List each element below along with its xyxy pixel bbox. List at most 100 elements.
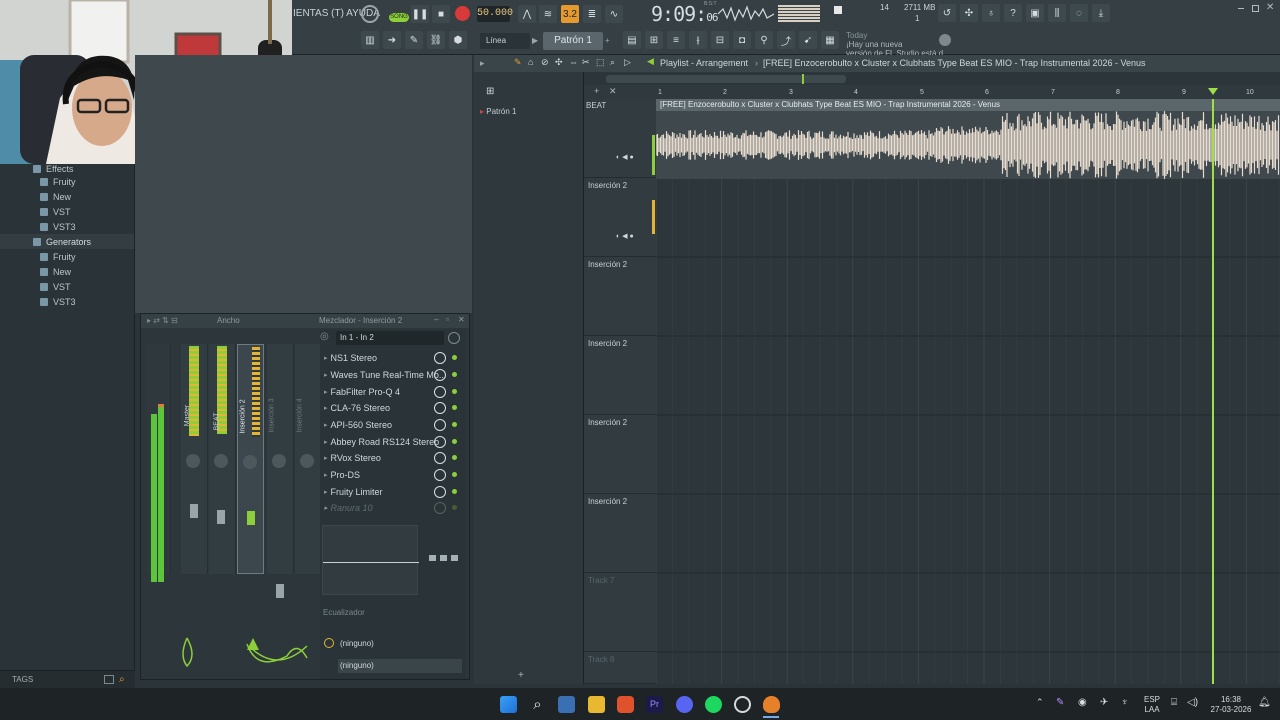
- mixer-strip-master[interactable]: Master: [181, 344, 208, 574]
- mixer-titlebar[interactable]: ▸ ⇄ ⇅ ⊟ Ancho Mezclador - Inserción 2 – …: [141, 314, 469, 328]
- save-icon[interactable]: ▣: [1026, 4, 1044, 22]
- track-header[interactable]: Inserción 2: [584, 336, 656, 415]
- browser-item-vst3[interactable]: VST3: [0, 294, 134, 309]
- volume-fader[interactable]: [217, 510, 225, 524]
- channel-rack-icon[interactable]: ⊞: [645, 31, 663, 49]
- delete-icon[interactable]: ⊘: [541, 57, 549, 68]
- effect-slot[interactable]: ▸ RVox Stereo: [324, 450, 460, 466]
- slot-enabled-led[interactable]: [452, 372, 457, 377]
- output-select[interactable]: (ninguno): [338, 659, 462, 673]
- mix-knob[interactable]: [434, 502, 446, 514]
- metronome-icon[interactable]: ⋀: [518, 5, 536, 23]
- countdown-button[interactable]: 3.2: [561, 5, 579, 23]
- slot-enabled-led[interactable]: [452, 422, 457, 427]
- steam-icon[interactable]: ✈: [1100, 697, 1108, 708]
- playlist-grid[interactable]: [FREE] Enzocerobulto x Cluster x Clubhat…: [656, 99, 1280, 684]
- browser-item-vst[interactable]: VST: [0, 204, 134, 219]
- mixer-strip-insert-2[interactable]: Inserción 2: [237, 344, 264, 574]
- track-header[interactable]: Inserción 2: [584, 257, 656, 336]
- pattern-picker-icon[interactable]: ⊞: [486, 86, 494, 97]
- mix-knob[interactable]: [434, 386, 446, 398]
- track-controls-icon[interactable]: ◐ ◀ ●: [616, 232, 634, 240]
- pan-knob[interactable]: [186, 454, 200, 468]
- input-options-icon[interactable]: [448, 332, 460, 344]
- mixer-view-label[interactable]: Ancho: [217, 316, 240, 325]
- effect-slot[interactable]: ▸ Pro-DS: [324, 467, 460, 483]
- browser-item-effects[interactable]: Effects: [0, 164, 134, 173]
- mix-knob[interactable]: [434, 452, 446, 464]
- download-icon[interactable]: ⤓: [1092, 4, 1110, 22]
- paint-icon[interactable]: ⌂: [528, 57, 533, 67]
- performance-icon[interactable]: ➹: [799, 31, 817, 49]
- chat-icon[interactable]: ◌: [1070, 4, 1088, 22]
- premiere-icon[interactable]: Pr: [646, 696, 663, 713]
- pan-knob[interactable]: [214, 454, 228, 468]
- browser-item-vst3[interactable]: VST3: [0, 219, 134, 234]
- pause-button[interactable]: ❚❚: [411, 5, 429, 23]
- stamp-icon[interactable]: ⬢: [449, 31, 467, 49]
- tag-icon[interactable]: [104, 675, 114, 684]
- update-notice[interactable]: Today ¡Hay una nueva versión de FL Studi…: [846, 31, 950, 58]
- piano-icon[interactable]: ▥: [361, 31, 379, 49]
- brush-icon[interactable]: ✎: [405, 31, 423, 49]
- pattern-song-knob[interactable]: [361, 5, 379, 23]
- zoom-icon[interactable]: ⌕: [610, 57, 615, 68]
- slot-enabled-led[interactable]: [452, 489, 457, 494]
- mix-knob[interactable]: [434, 419, 446, 431]
- effect-slot[interactable]: ▸ API-560 Stereo: [324, 417, 460, 433]
- minimize-icon[interactable]: [1238, 8, 1244, 9]
- arrow-right-icon[interactable]: ▶: [532, 33, 542, 49]
- gear-icon[interactable]: [939, 34, 951, 46]
- minimize-icon[interactable]: –: [434, 315, 438, 324]
- mixer-icon[interactable]: ⫼: [1048, 4, 1066, 22]
- discord-tray-icon[interactable]: ◉: [1078, 697, 1087, 708]
- pencil-icon[interactable]: ✎: [514, 57, 522, 68]
- track-header[interactable]: Track 8: [584, 652, 656, 684]
- playlist-icon[interactable]: ▤: [623, 31, 641, 49]
- plugin-db-icon[interactable]: ◘: [733, 31, 751, 49]
- slot-enabled-led[interactable]: [452, 389, 457, 394]
- track-header[interactable]: Inserción 2: [584, 494, 656, 573]
- mute-icon[interactable]: ✣: [555, 57, 563, 68]
- track-controls-icon[interactable]: ◐ ◀ ●: [616, 153, 634, 161]
- volume-fader[interactable]: [276, 584, 284, 598]
- windows-start-icon[interactable]: [500, 696, 517, 713]
- search-icon[interactable]: ⌕: [529, 696, 546, 713]
- playhead-marker[interactable]: [1208, 88, 1218, 95]
- step-edit-icon[interactable]: ≣: [583, 5, 601, 23]
- search-icon[interactable]: ⌕: [119, 674, 125, 685]
- input-select[interactable]: In 1 - In 2: [336, 331, 444, 345]
- track-header[interactable]: Inserción 2: [584, 415, 656, 494]
- clock[interactable]: 16:38 27-03-2026: [1208, 695, 1254, 715]
- pan-knob[interactable]: [243, 455, 257, 469]
- spotify-icon[interactable]: [705, 696, 722, 713]
- undo-icon[interactable]: ↺: [938, 4, 956, 22]
- microphone-icon[interactable]: ♁: [982, 4, 1000, 22]
- mixer-strip-insert-3[interactable]: Inserción 3: [267, 344, 294, 598]
- effect-slot[interactable]: ▸ Fruity Limiter: [324, 484, 460, 500]
- browser-item-vst[interactable]: VST: [0, 279, 134, 294]
- slot-enabled-led[interactable]: [452, 455, 457, 460]
- eq-graph[interactable]: [322, 525, 419, 595]
- effect-slot[interactable]: ▸ NS1 Stereo: [324, 350, 460, 366]
- slot-enabled-led[interactable]: [452, 355, 457, 360]
- arrangement-name[interactable]: [FREE] Enzocerobulto x Cluster x Clubhat…: [763, 58, 1146, 68]
- playback-icon[interactable]: ▷: [624, 57, 631, 68]
- add-icon[interactable]: +: [518, 670, 524, 681]
- track-header[interactable]: BEAT ◐ ◀ ●: [584, 99, 656, 178]
- playlist-menu-icon[interactable]: ▸: [480, 58, 485, 69]
- track-header[interactable]: Track 7: [584, 573, 656, 652]
- mixer-strip-beat[interactable]: BEAT: [209, 344, 236, 574]
- volume-icon[interactable]: ◁): [1187, 697, 1198, 708]
- close-icon[interactable]: ✕: [609, 86, 617, 97]
- wait-input-icon[interactable]: ≋: [539, 5, 557, 23]
- mixer-strip-insert-4[interactable]: Inserción 4: [295, 344, 322, 574]
- loop-record-icon[interactable]: ∿: [605, 5, 623, 23]
- volume-fader[interactable]: [190, 504, 198, 518]
- mixer-view-icon[interactable]: ⫲: [689, 31, 707, 49]
- slot-enabled-led[interactable]: [452, 472, 457, 477]
- brave-icon[interactable]: [617, 696, 634, 713]
- microphone-icon[interactable]: ♆: [1121, 697, 1129, 708]
- playlist-titlebar[interactable]: ▸ ✎ ⌂ ⊘ ✣ ⇔ ✂ ⬚ ⌕ ▷ ◀ Playlist - Arrange…: [474, 55, 1280, 72]
- close-icon[interactable]: ✕: [1266, 2, 1274, 13]
